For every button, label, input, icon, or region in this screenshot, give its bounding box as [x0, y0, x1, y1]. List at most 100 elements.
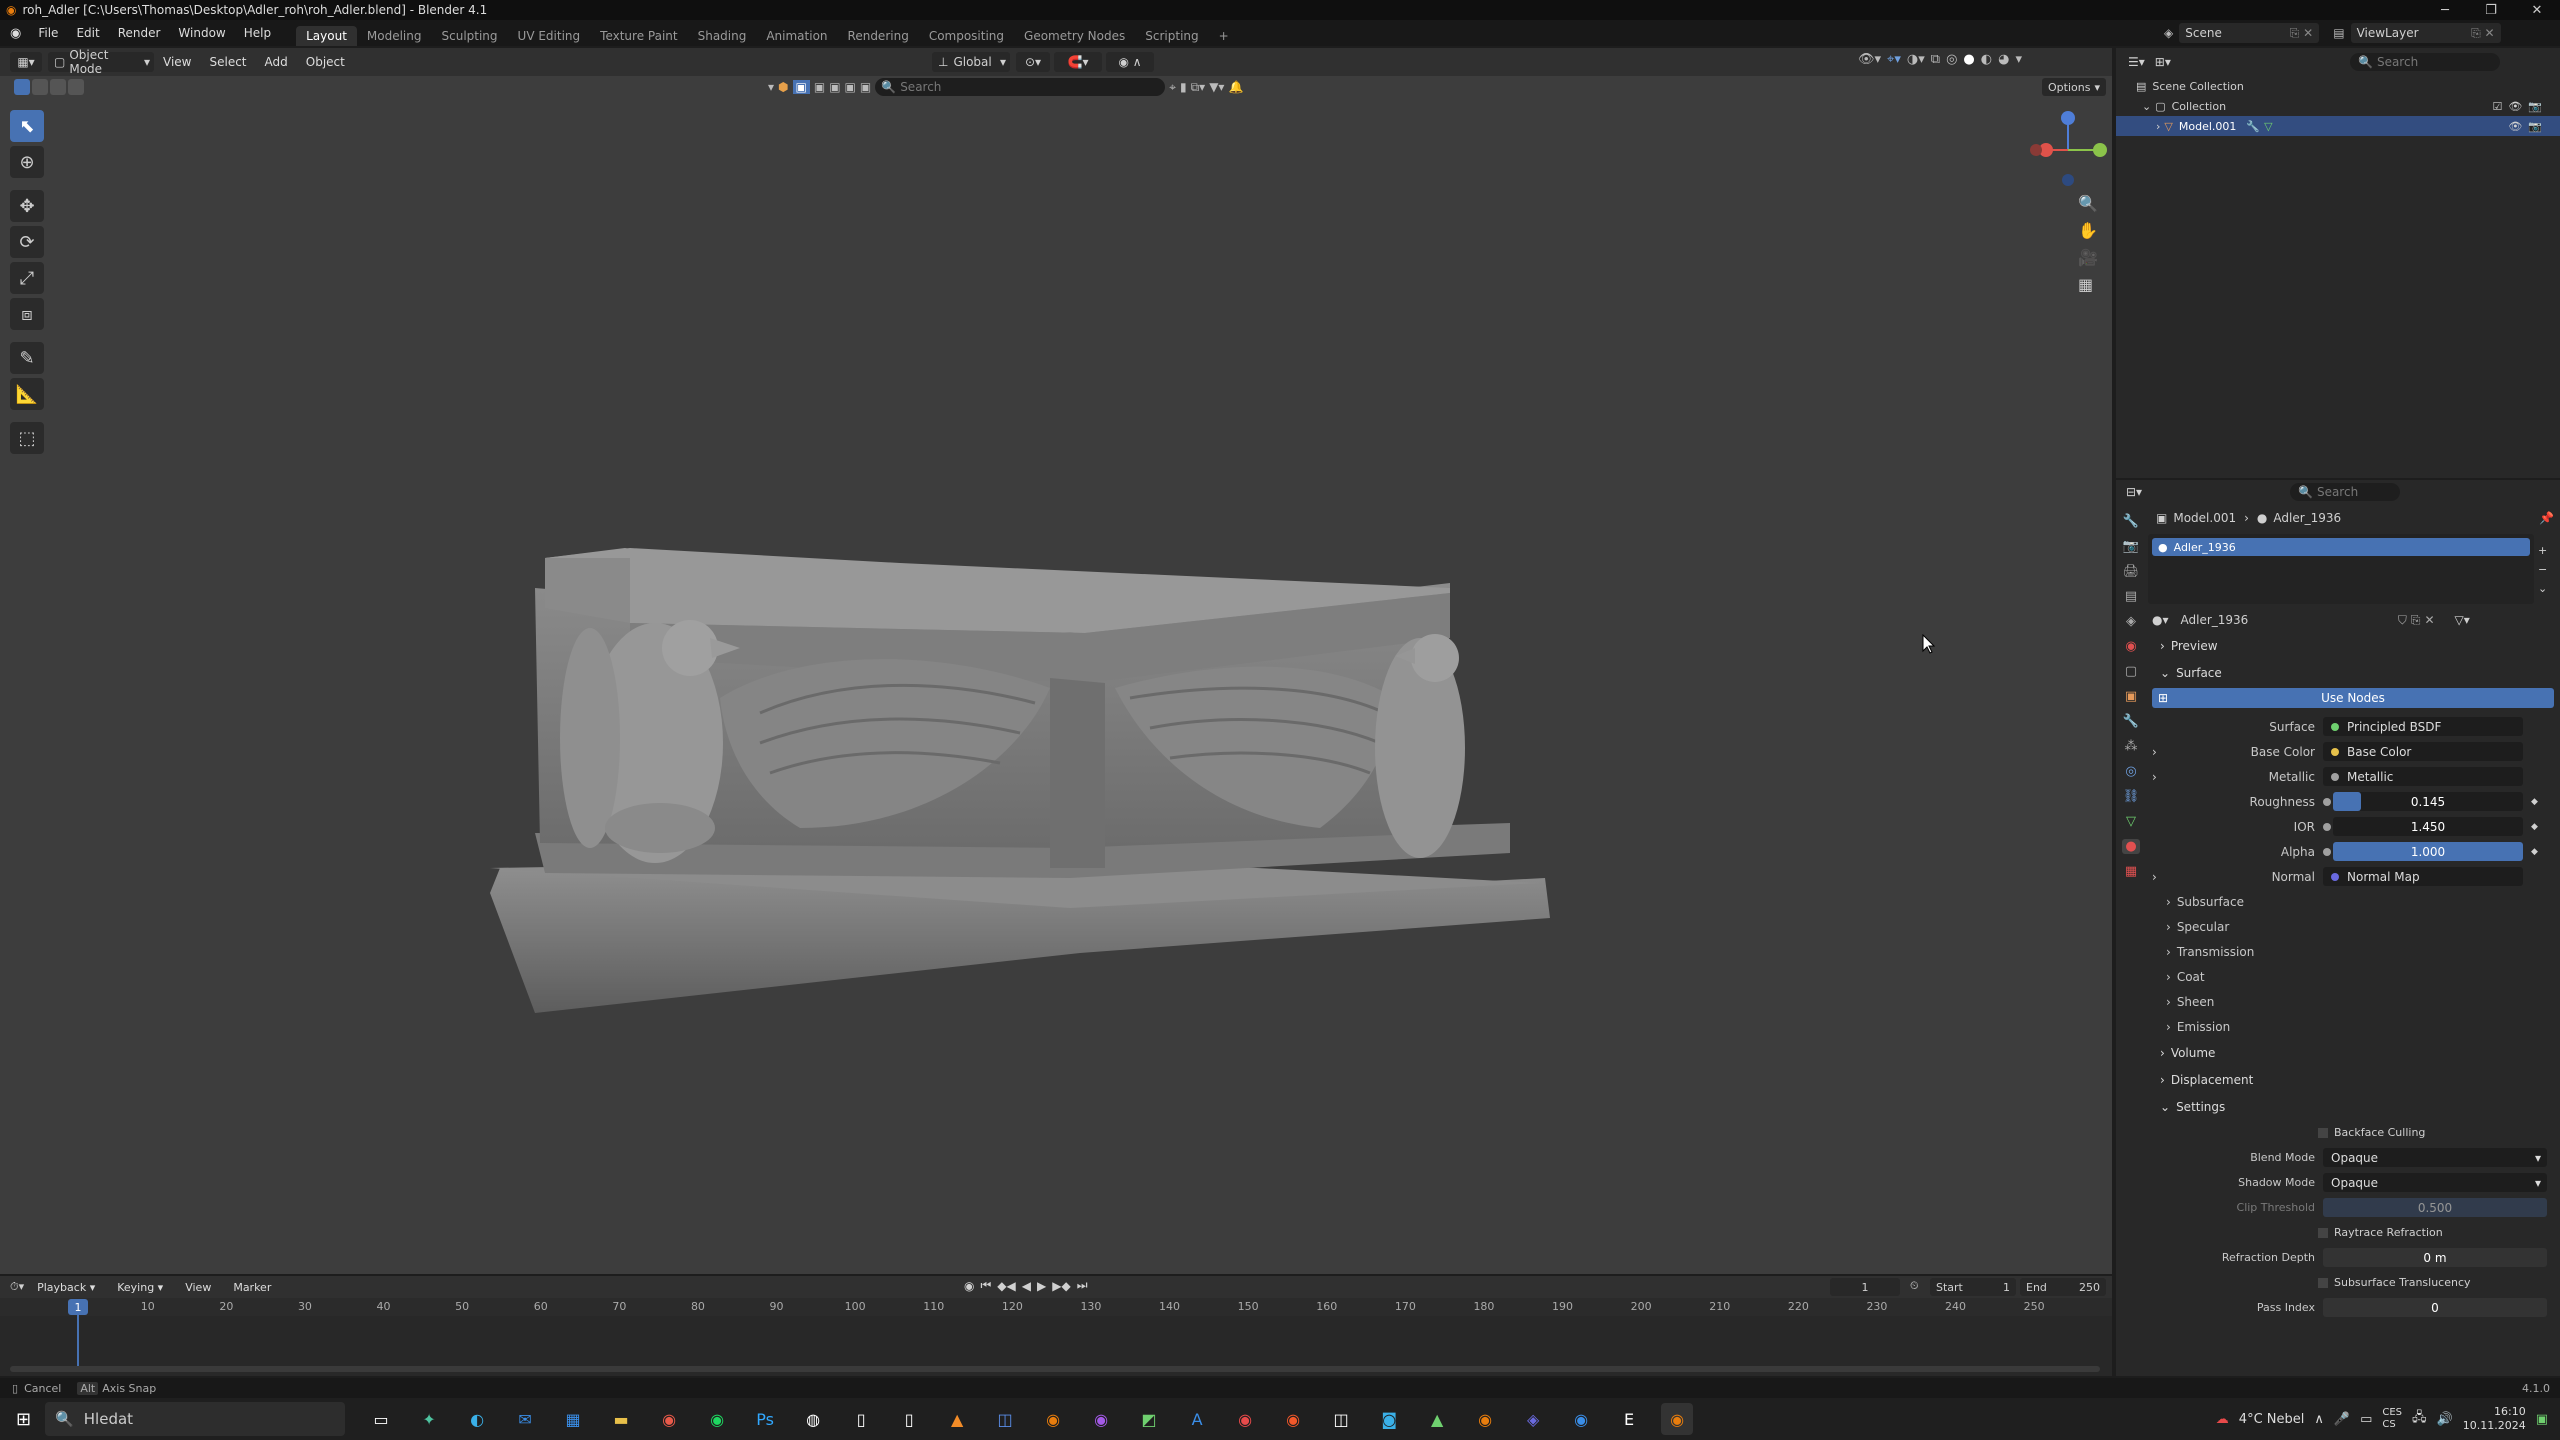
zoom-icon[interactable]: 🔍 — [2078, 194, 2098, 213]
mode-selector[interactable]: ▢ Object Mode ▾ — [48, 48, 154, 76]
output-tab-icon[interactable]: 🖨 — [2123, 564, 2140, 579]
app-icon-2[interactable]: ◫ — [989, 1403, 1021, 1435]
epic-games-icon[interactable]: E — [1613, 1403, 1645, 1435]
render-tab-icon[interactable]: 📷 — [2123, 539, 2139, 554]
shading-rendered-icon[interactable]: ◕ — [1998, 52, 2009, 67]
particles-tab-icon[interactable]: ⁂ — [2125, 739, 2138, 754]
timeline-menu-keying[interactable]: Keying ▾ — [108, 1281, 172, 1294]
refraction-depth-field[interactable]: 0 m — [2323, 1248, 2547, 1267]
annotate-tool-icon[interactable]: ✎ — [10, 342, 44, 374]
drive-icon[interactable]: ▭ — [2360, 1412, 2372, 1427]
slot-menu-icon[interactable]: ⌄ — [2538, 582, 2547, 595]
filter-curve-icon[interactable]: ▣ — [814, 80, 825, 94]
document-icon[interactable]: ▯ — [845, 1403, 877, 1435]
view-layer-icon[interactable]: ▤ — [2333, 26, 2344, 40]
app-icon-7[interactable]: ◫ — [1325, 1403, 1357, 1435]
move-tool-icon[interactable]: ✥ — [10, 190, 44, 222]
scale-tool-icon[interactable]: ⤢ — [10, 262, 44, 294]
task-view-icon[interactable]: ▭ — [365, 1403, 397, 1435]
blender-icon-1[interactable]: ◉ — [1037, 1403, 1069, 1435]
outliner-row-model[interactable]: › ▽ Model.001 🔧 ▽ 👁📷 — [2116, 116, 2560, 136]
add-workspace-icon[interactable]: + — [1209, 26, 1239, 46]
filter-mesh-icon[interactable]: ▣ — [792, 80, 810, 94]
pin-icon[interactable]: 📌 — [2539, 511, 2554, 525]
panel-displacement[interactable]: › Displacement — [2148, 1066, 2558, 1093]
timeline-menu-marker[interactable]: Marker — [224, 1281, 280, 1294]
checkbox-icon[interactable] — [2318, 1277, 2328, 1288]
end-frame-field[interactable]: End 250 — [2020, 1278, 2106, 1296]
photoshop-icon[interactable]: Ps — [749, 1403, 781, 1435]
filter-icon[interactable]: ⌖ — [1169, 80, 1176, 95]
subpanel-transmission[interactable]: › Transmission — [2148, 939, 2558, 964]
scene-tab-icon[interactable]: ◈ — [2126, 614, 2136, 629]
tab-geometry-nodes[interactable]: Geometry Nodes — [1014, 26, 1135, 46]
blender-menu-icon[interactable]: ◉ — [0, 26, 29, 41]
current-frame-field[interactable]: 1 — [1830, 1278, 1900, 1296]
tab-scripting[interactable]: Scripting — [1135, 26, 1208, 46]
vlc-icon[interactable]: ▲ — [941, 1403, 973, 1435]
datablock-actions-icon[interactable]: ⛉⎘✕ — [2398, 613, 2445, 628]
add-slot-icon[interactable]: + — [2538, 544, 2547, 557]
tab-animation[interactable]: Animation — [756, 26, 837, 46]
outliner-row-scene-collection[interactable]: ▤ Scene Collection — [2116, 76, 2560, 96]
notification-icon[interactable]: ▣ — [2536, 1412, 2548, 1427]
normal-field[interactable]: Normal Map — [2323, 867, 2523, 886]
timeline-menu-view[interactable]: View — [176, 1281, 220, 1294]
material-tab-icon[interactable]: ● — [2122, 839, 2140, 854]
visibility-icon[interactable]: 👁▾ — [1858, 52, 1881, 67]
scene-icon[interactable]: ◈ — [2164, 26, 2173, 40]
options-dropdown[interactable]: Options ▾ — [2042, 78, 2106, 96]
next-keyframe-icon[interactable]: ▶◆ — [1052, 1279, 1070, 1293]
cursor-tool-icon[interactable]: ⊕ — [10, 146, 44, 178]
modifier-tab-icon[interactable]: 🔧 — [2123, 714, 2139, 729]
filter-meta-icon[interactable]: ▣ — [845, 80, 856, 94]
checkbox-icon[interactable] — [2318, 1127, 2328, 1138]
restore-button[interactable]: ❐ — [2468, 3, 2514, 18]
checkbox-icon[interactable] — [2318, 1227, 2328, 1238]
chevron-right-icon[interactable]: › — [2148, 770, 2168, 784]
weather-text[interactable]: 4°C Nebel — [2239, 1412, 2305, 1427]
editor-type-icon[interactable]: ▦▾ — [10, 52, 42, 72]
language-indicator[interactable]: CES CS — [2382, 1407, 2402, 1431]
menu-file[interactable]: File — [29, 26, 67, 40]
chevron-right-icon[interactable]: › — [2148, 870, 2168, 884]
jump-start-icon[interactable]: ⏮ — [980, 1278, 991, 1293]
visibility-toggles-icon[interactable]: ☑👁📷 — [2492, 100, 2548, 113]
tray-chevron-icon[interactable]: ∧ — [2314, 1412, 2324, 1427]
tab-sculpting[interactable]: Sculpting — [432, 26, 508, 46]
render-filter-icon[interactable]: ⬢ — [778, 80, 788, 94]
pan-hand-icon[interactable]: ✋ — [2078, 221, 2098, 240]
file-explorer-icon[interactable]: ▬ — [605, 1403, 637, 1435]
play-reverse-icon[interactable]: ◀ — [1022, 1279, 1031, 1293]
microphone-icon[interactable]: 🎤 — [2334, 1412, 2350, 1427]
viewport-menu-object[interactable]: Object — [297, 55, 354, 69]
timeline-scrollbar[interactable] — [10, 1366, 2100, 1372]
ior-field[interactable]: 1.450 — [2333, 817, 2523, 836]
view-layer-tab-icon[interactable]: ▤ — [2125, 589, 2137, 604]
tab-shading[interactable]: Shading — [688, 26, 757, 46]
app-icon-8[interactable]: ◙ — [1373, 1403, 1405, 1435]
tool-tab-icon[interactable]: 🔧 — [2123, 514, 2139, 529]
use-nodes-button[interactable]: ⊞ Use Nodes — [2152, 688, 2554, 708]
add-cube-tool-icon[interactable]: ⬚ — [10, 422, 44, 454]
xray-icon[interactable]: ⧉ — [1931, 52, 1940, 67]
notepad-icon[interactable]: ▯ — [893, 1403, 925, 1435]
steam-icon[interactable]: ◍ — [797, 1403, 829, 1435]
tab-texture-paint[interactable]: Texture Paint — [590, 26, 687, 46]
transform-orientation-dropdown[interactable]: ⊥ Global ▾ — [932, 52, 1010, 72]
minimize-button[interactable]: ─ — [2422, 3, 2468, 18]
display-mode-icon[interactable]: ⊞▾ — [2155, 55, 2171, 69]
network-icon[interactable]: 🖧 — [2412, 1408, 2427, 1430]
chevron-down-icon[interactable]: ▾ — [768, 80, 774, 94]
subpanel-sheen[interactable]: › Sheen — [2148, 989, 2558, 1014]
select-subtract-icon[interactable] — [50, 79, 66, 95]
collection-tab-icon[interactable]: ▢ — [2125, 664, 2137, 679]
outliner-editor-icon[interactable]: ☰▾ — [2128, 55, 2145, 69]
outliner-search-input[interactable]: 🔍 Search — [2350, 53, 2500, 71]
shading-options-icon[interactable]: ▾ — [2015, 52, 2022, 67]
app-icon-9[interactable]: ▲ — [1421, 1403, 1453, 1435]
camera-view-icon[interactable]: 🎥 — [2078, 248, 2098, 267]
tab-layout[interactable]: Layout — [296, 26, 357, 46]
remove-slot-icon[interactable]: − — [2538, 563, 2547, 576]
blender-icon-active[interactable]: ◉ — [1661, 1403, 1694, 1435]
